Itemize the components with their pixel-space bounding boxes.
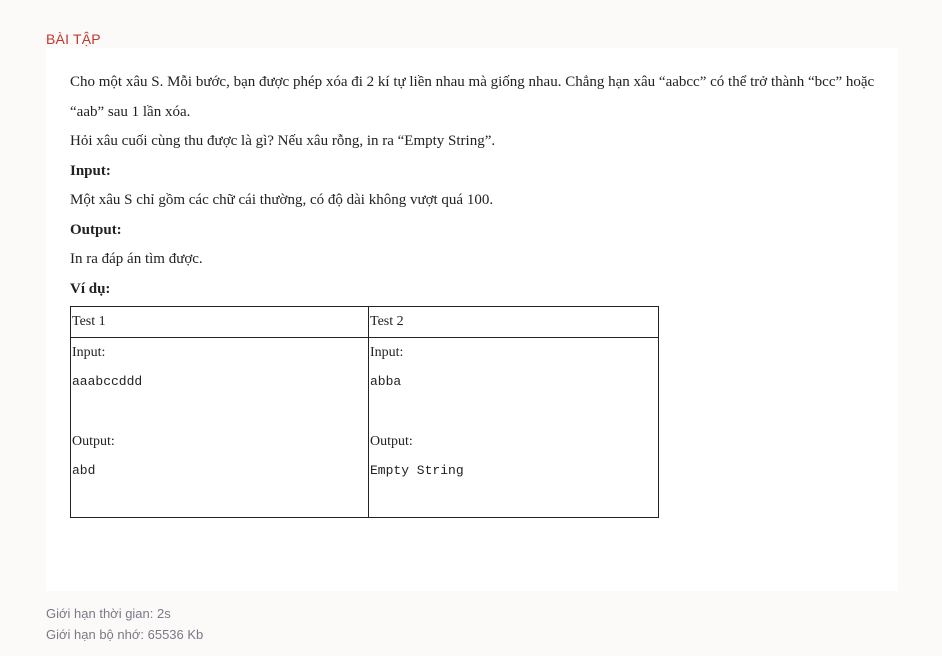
problem-content: Cho một xâu S. Mỗi bước, bạn được phép x… xyxy=(70,68,885,518)
test-2-output-label: Output: xyxy=(370,433,413,449)
test-1-input-value: aaabccddd xyxy=(72,374,143,389)
problem-limits: Giới hạn thời gian: 2s Giới hạn bộ nhớ: … xyxy=(46,603,203,645)
examples-body-row: Input: aaabccddd Output: abd Input: abba… xyxy=(70,336,659,518)
test-1-output-value: abd xyxy=(72,463,96,478)
time-limit: Giới hạn thời gian: 2s xyxy=(46,606,171,621)
input-description: Một xâu S chỉ gồm các chữ cái thường, có… xyxy=(70,192,494,208)
test-1-output-label: Output: xyxy=(72,433,115,449)
examples-header-test-2: Test 2 xyxy=(368,306,659,338)
problem-statement: Cho một xâu S. Mỗi bước, bạn được phép x… xyxy=(70,74,875,120)
test-2-cell: Input: abba Output: Empty String xyxy=(368,336,659,518)
test-2-input-label: Input: xyxy=(370,344,404,360)
section-title: BÀI TẬP xyxy=(46,31,101,47)
output-heading-text: Output: xyxy=(70,221,122,238)
problem-question: Hỏi xâu cuối cùng thu được là gì? Nếu xâ… xyxy=(70,133,496,149)
output-heading: Output: xyxy=(70,216,885,246)
input-heading: Input: xyxy=(70,157,885,187)
test-2-input-value: abba xyxy=(370,374,402,389)
examples-header-test-1: Test 1 xyxy=(70,306,369,338)
examples-table: Test 1 Test 2 Input: aaabccddd Output: a… xyxy=(70,306,659,518)
test-1-cell: Input: aaabccddd Output: abd xyxy=(70,336,369,518)
input-heading-text: Input: xyxy=(70,162,111,179)
output-description: In ra đáp án tìm được. xyxy=(70,251,203,267)
examples-header-row: Test 1 Test 2 xyxy=(70,306,659,338)
example-heading: Ví dụ: xyxy=(70,275,885,305)
memory-limit: Giới hạn bộ nhớ: 65536 Kb xyxy=(46,627,204,642)
problem-card: Cho một xâu S. Mỗi bước, bạn được phép x… xyxy=(46,48,898,591)
example-heading-text: Ví dụ: xyxy=(70,280,111,297)
test-1-input-label: Input: xyxy=(72,344,106,360)
test-2-output-value: Empty String xyxy=(370,463,464,478)
